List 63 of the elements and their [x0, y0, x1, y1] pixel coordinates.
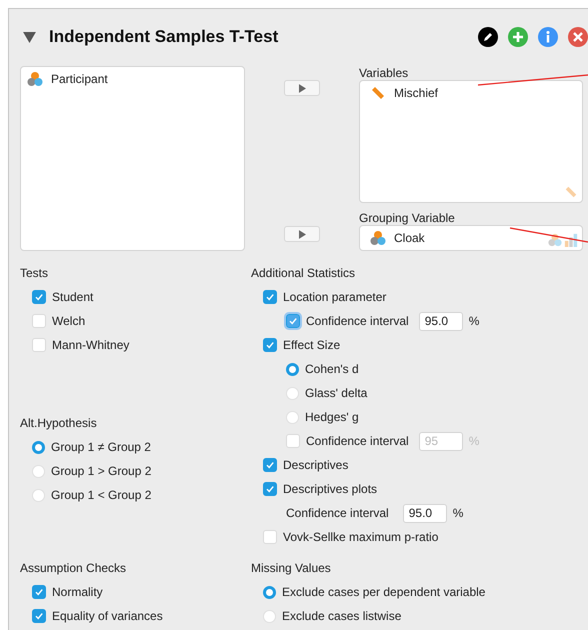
radio-option[interactable]: Group 1 < Group 2 [32, 488, 152, 502]
radio-option[interactable]: Group 1 > Group 2 [32, 464, 152, 478]
unit-label: % [452, 506, 464, 520]
number-field[interactable]: 95.0 [418, 312, 463, 330]
circles-icon [27, 71, 43, 87]
checkbox-option[interactable]: Vovk-Sellke maximum p-ratio [263, 530, 438, 544]
checkbox-option[interactable]: Confidence interval [286, 314, 409, 328]
radio-option[interactable]: Group 1 ≠ Group 2 [32, 440, 151, 454]
play-icon [298, 84, 306, 92]
checkmark-icon [265, 340, 275, 350]
checkbox-option[interactable]: Effect Size [263, 338, 340, 352]
radio-option[interactable]: Hedges' g [286, 410, 359, 424]
analysis-title: Independent Samples T-Test [49, 27, 278, 47]
checkbox-option[interactable]: Descriptives plots [263, 482, 378, 496]
variables-label: Variables [359, 66, 410, 80]
add-icon[interactable] [508, 27, 528, 47]
radio-option[interactable]: Glass' delta [286, 386, 368, 400]
section-heading: Tests [20, 265, 50, 282]
checkbox-option[interactable]: Location parameter [263, 290, 386, 304]
checkmark-icon [265, 292, 275, 302]
variable-item[interactable]: Mischief [370, 85, 572, 101]
checkmark-icon [34, 611, 44, 621]
circles-icon [548, 233, 562, 247]
play-icon [298, 230, 306, 238]
move-button[interactable] [284, 80, 320, 96]
checkbox-option[interactable]: Confidence interval [286, 434, 409, 448]
checkmark-icon [265, 460, 275, 470]
checkmark-icon [265, 484, 275, 494]
checkmark-icon [288, 316, 298, 326]
checkbox-option[interactable]: Welch [32, 314, 86, 328]
ruler-icon [370, 85, 386, 101]
section-heading: Alt.Hypothesis [20, 415, 98, 432]
section-heading: Missing Values [251, 560, 332, 577]
close-icon[interactable] [568, 27, 588, 47]
number-field[interactable]: 95.0 [402, 504, 447, 522]
ruler-icon [564, 185, 578, 199]
field-label: Confidence interval [286, 506, 389, 520]
bar-chart-icon [564, 233, 578, 247]
radio-option[interactable]: Exclude cases listwise [263, 609, 402, 623]
variable-item[interactable]: Cloak [370, 230, 572, 246]
checkmark-icon [34, 587, 44, 597]
collapse-icon[interactable] [23, 32, 36, 42]
edit-icon[interactable] [478, 27, 498, 47]
section-heading: Assumption Checks [20, 560, 128, 577]
radio-option[interactable]: Cohen's d [286, 362, 359, 376]
move-button[interactable] [284, 226, 320, 242]
available-variables-list[interactable]: Participant [20, 66, 245, 251]
grouping-variable-field[interactable]: Cloak [359, 225, 583, 251]
circles-icon [370, 230, 386, 246]
variables-list[interactable]: Mischief [359, 80, 583, 203]
checkbox-option[interactable]: Equality of variances [32, 609, 163, 623]
checkbox-option[interactable]: Student [32, 290, 94, 304]
unit-label: % [468, 314, 480, 328]
variable-item[interactable]: Participant [27, 71, 238, 87]
checkmark-icon [34, 292, 44, 302]
grouping-variable-label: Grouping Variable [359, 211, 456, 225]
checkbox-option[interactable]: Descriptives [263, 458, 348, 472]
radio-option[interactable]: Exclude cases per dependent variable [263, 585, 486, 599]
checkbox-option[interactable]: Normality [32, 585, 103, 599]
unit-label: % [468, 434, 480, 448]
checkbox-option[interactable]: Mann-Whitney [32, 338, 130, 352]
info-icon[interactable] [538, 27, 558, 47]
section-heading: Additional Statistics [251, 265, 356, 282]
